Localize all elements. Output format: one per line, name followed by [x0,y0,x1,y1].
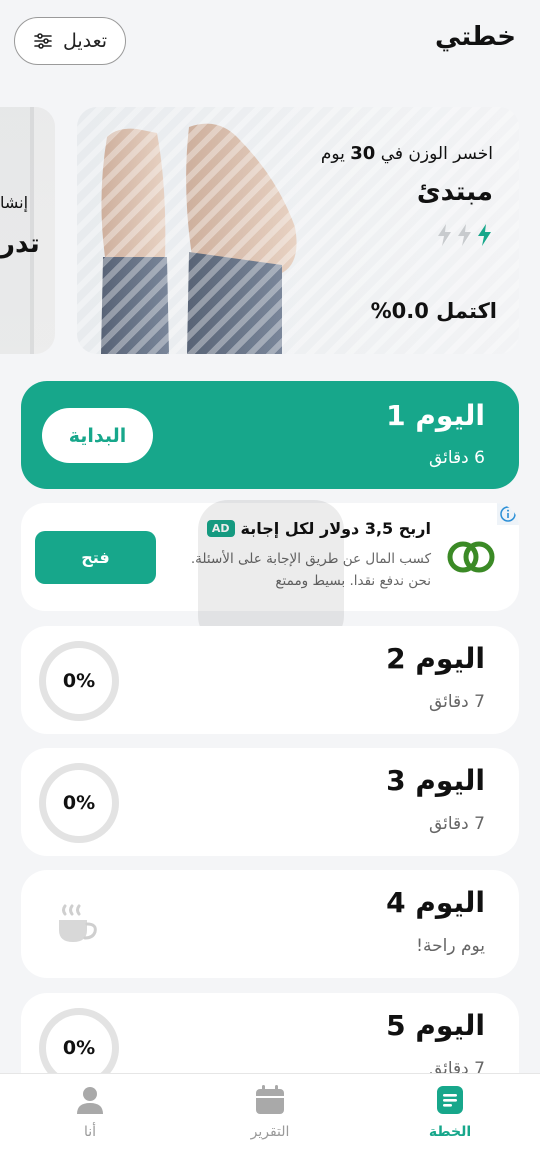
start-button[interactable]: البداية [42,408,153,463]
ad-title-text: اربح 3,5 دولار لكل إجابة [240,519,431,538]
day-3-card[interactable]: اليوم 3 7 دقائق 0% [21,748,519,856]
day-title: اليوم 5 [386,1009,485,1042]
bolt-icon [458,224,471,246]
day-1-card[interactable]: اليوم 1 6 دقائق البداية [21,381,519,489]
coffee-cup-icon [59,904,97,942]
bolt-icon-active [478,224,491,246]
day-2-card[interactable]: اليوم 2 7 دقائق 0% [21,626,519,734]
nav-plan-label: الخطة [428,1124,472,1140]
plan-goal-suffix: يوم [320,144,345,164]
day-duration: 7 دقائق [428,814,485,834]
plan-goal-prefix: اخسر الوزن في [380,144,493,164]
day-title: اليوم 1 [386,399,485,432]
nav-report-label: التقرير [250,1124,290,1140]
nav-report[interactable]: التقرير [220,1084,320,1140]
ad-title: اربح 3,5 دولار لكل إجابة AD [206,519,431,538]
nav-me-label: أنا [83,1124,97,1140]
ad-description-1: كسب المال عن طريق الإجابة على الأسئلة. [190,551,431,567]
ad-description-2: نحن ندفع نقدا. بسيط وممتع [275,573,431,589]
ad-card[interactable]: اربح 3,5 دولار لكل إجابة AD كسب المال عن… [21,503,519,611]
nav-me[interactable]: أنا [40,1084,140,1140]
nav-plan[interactable]: الخطة [400,1084,500,1140]
edit-button[interactable]: تعديل [14,17,126,65]
bottom-navigation: الخطة التقرير أنا [0,1073,540,1155]
ad-logo-icon [447,541,495,573]
edit-label: تعديل [62,30,108,52]
calendar-icon [256,1085,284,1114]
next-plan-card[interactable]: إنشا تدر [0,107,55,354]
day-4-card[interactable]: اليوم 4 يوم راحة! [21,870,519,978]
plan-hero-card[interactable]: اخسر الوزن في 30 يوم مبتدئ اكتمل 0.0% [77,107,519,354]
day-duration: 6 دقائق [428,448,485,468]
day-title: اليوم 2 [386,642,485,675]
bolt-icon [438,224,451,246]
sliders-icon [34,33,52,49]
user-icon [77,1087,103,1114]
plan-goal: اخسر الوزن في 30 يوم [321,143,493,164]
plan-progress: اكتمل 0.0% [370,299,497,323]
page-title: خطتي [435,22,516,52]
progress-ring: 0% [39,641,119,721]
plan-document-icon [437,1086,463,1114]
plan-level: مبتدئ [416,177,493,207]
next-plan-subtitle: إنشا [0,193,29,212]
day-title: اليوم 4 [386,886,485,919]
ad-badge: AD [206,520,235,537]
progress-ring: 0% [39,763,119,843]
difficulty-bolts [436,224,493,246]
next-plan-title: تدر [0,229,40,259]
plan-goal-days: 30 [350,143,376,164]
day-duration: 7 دقائق [428,692,485,712]
info-icon[interactable] [497,503,519,525]
ad-open-button[interactable]: فتح [35,531,156,584]
rest-day-label: يوم راحة! [416,936,485,956]
header: خطتي تعديل [0,0,540,80]
day-title: اليوم 3 [386,764,485,797]
